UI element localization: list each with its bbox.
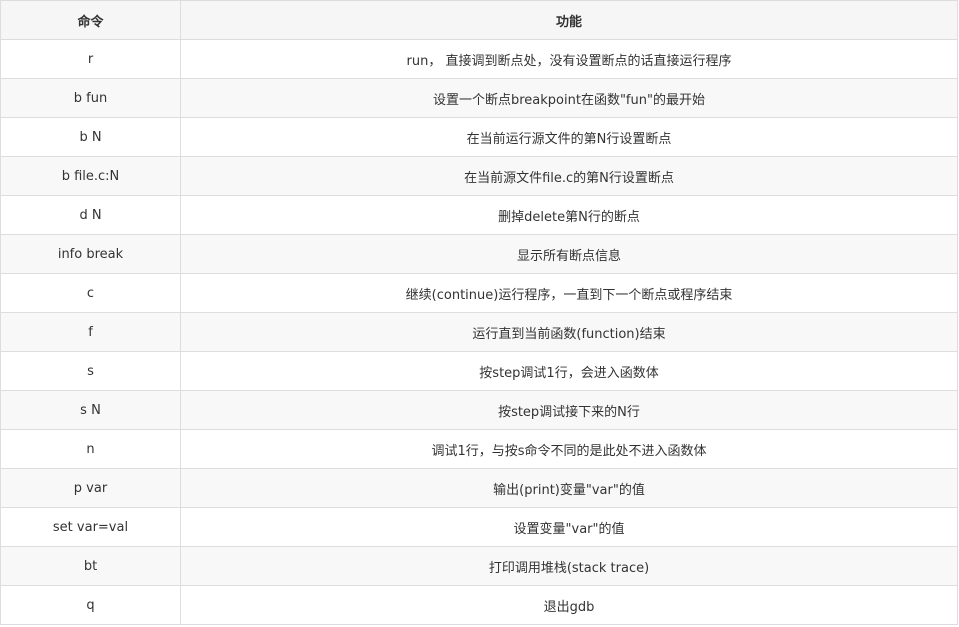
description-cell: 按step调试接下来的N行 <box>180 390 958 430</box>
table-row: d N 删掉delete第N行的断点 <box>0 195 958 235</box>
table-row: bt 打印调用堆栈(stack trace) <box>0 546 958 586</box>
table-header: 命令 功能 <box>0 0 958 40</box>
description-cell: 在当前源文件file.c的第N行设置断点 <box>180 156 958 196</box>
command-cell: s <box>0 351 181 391</box>
command-cell: c <box>0 273 181 313</box>
description-cell: 删掉delete第N行的断点 <box>180 195 958 235</box>
description-cell: 继续(continue)运行程序，一直到下一个断点或程序结束 <box>180 273 958 313</box>
command-cell: r <box>0 39 181 79</box>
description-cell: 运行直到当前函数(function)结束 <box>180 312 958 352</box>
table-body: r run， 直接调到断点处，没有设置断点的话直接运行程序 b fun 设置一个… <box>0 39 958 625</box>
command-cell: n <box>0 429 181 469</box>
description-cell: run， 直接调到断点处，没有设置断点的话直接运行程序 <box>180 39 958 79</box>
description-cell: 退出gdb <box>180 585 958 625</box>
command-cell: f <box>0 312 181 352</box>
description-cell: 设置变量"var"的值 <box>180 507 958 547</box>
description-cell: 设置一个断点breakpoint在函数"fun"的最开始 <box>180 78 958 118</box>
description-cell: 显示所有断点信息 <box>180 234 958 274</box>
table-row: r run， 直接调到断点处，没有设置断点的话直接运行程序 <box>0 39 958 79</box>
table-row: b fun 设置一个断点breakpoint在函数"fun"的最开始 <box>0 78 958 118</box>
description-cell: 按step调试1行，会进入函数体 <box>180 351 958 391</box>
table-row: info break 显示所有断点信息 <box>0 234 958 274</box>
gdb-command-table: 命令 功能 r run， 直接调到断点处，没有设置断点的话直接运行程序 b fu… <box>0 0 958 625</box>
description-cell: 调试1行，与按s命令不同的是此处不进入函数体 <box>180 429 958 469</box>
command-cell: info break <box>0 234 181 274</box>
table-row: c 继续(continue)运行程序，一直到下一个断点或程序结束 <box>0 273 958 313</box>
table-row: s 按step调试1行，会进入函数体 <box>0 351 958 391</box>
table-row: b file.c:N 在当前源文件file.c的第N行设置断点 <box>0 156 958 196</box>
table-row: s N 按step调试接下来的N行 <box>0 390 958 430</box>
command-cell: b N <box>0 117 181 157</box>
table-row: n 调试1行，与按s命令不同的是此处不进入函数体 <box>0 429 958 469</box>
table-row: f 运行直到当前函数(function)结束 <box>0 312 958 352</box>
command-cell: q <box>0 585 181 625</box>
command-cell: d N <box>0 195 181 235</box>
description-cell: 输出(print)变量"var"的值 <box>180 468 958 508</box>
header-function: 功能 <box>180 0 958 40</box>
header-command: 命令 <box>0 0 181 40</box>
description-cell: 在当前运行源文件的第N行设置断点 <box>180 117 958 157</box>
command-cell: set var=val <box>0 507 181 547</box>
table-row: p var 输出(print)变量"var"的值 <box>0 468 958 508</box>
description-cell: 打印调用堆栈(stack trace) <box>180 546 958 586</box>
command-cell: b file.c:N <box>0 156 181 196</box>
command-cell: bt <box>0 546 181 586</box>
command-cell: b fun <box>0 78 181 118</box>
table-row: b N 在当前运行源文件的第N行设置断点 <box>0 117 958 157</box>
table-row: set var=val 设置变量"var"的值 <box>0 507 958 547</box>
table-row: q 退出gdb <box>0 585 958 625</box>
header-row: 命令 功能 <box>0 0 958 40</box>
command-cell: p var <box>0 468 181 508</box>
command-cell: s N <box>0 390 181 430</box>
